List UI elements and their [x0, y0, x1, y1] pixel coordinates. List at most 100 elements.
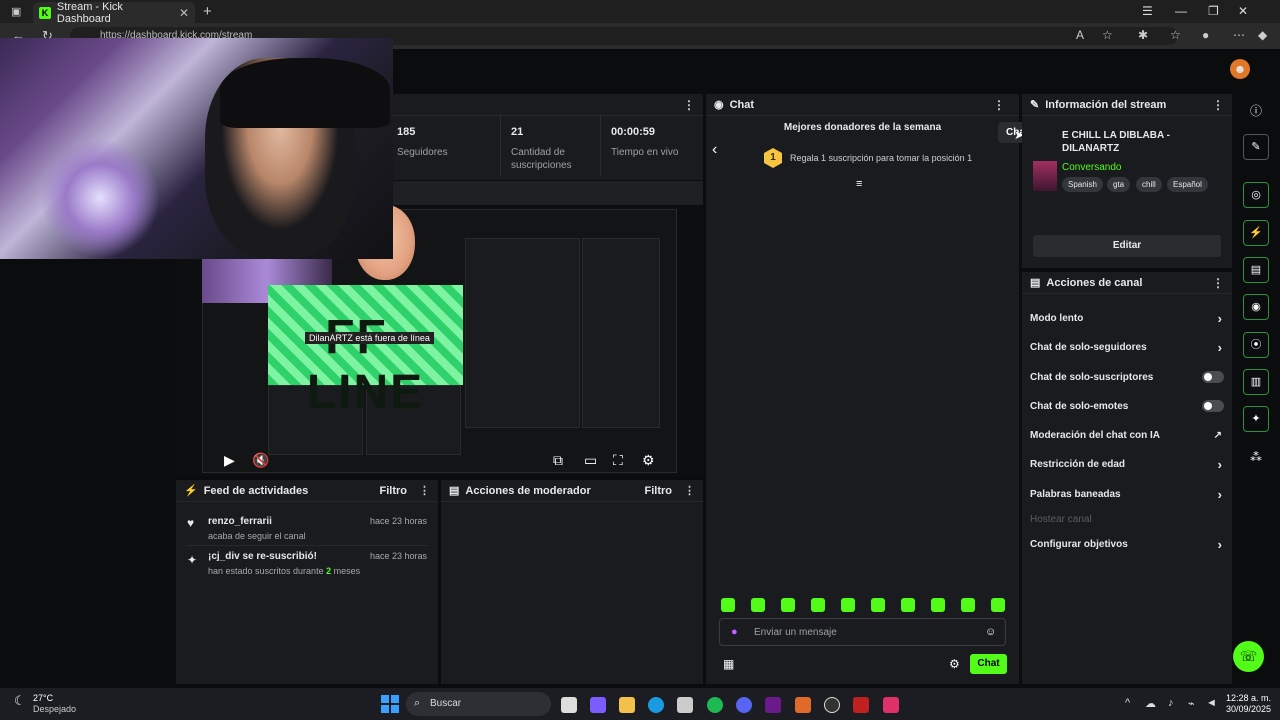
chevron-left-icon[interactable]: ‹: [712, 141, 717, 159]
restore-icon[interactable]: ❐: [1208, 4, 1219, 18]
support-button[interactable]: ☏: [1233, 641, 1264, 672]
emote-icon[interactable]: [781, 598, 795, 612]
subscribers-only-toggle[interactable]: [1202, 371, 1224, 383]
edit-rail-icon[interactable]: ✎: [1243, 134, 1269, 160]
microphone-icon[interactable]: ●: [731, 626, 738, 638]
emote-icon[interactable]: [991, 598, 1005, 612]
chat-settings-icon[interactable]: ⚙: [949, 657, 960, 671]
read-aloud-icon[interactable]: A: [1076, 28, 1084, 42]
taskbar-clock[interactable]: 12:28 a. m. 30/09/2025: [1226, 693, 1271, 715]
camera-rail-icon[interactable]: ◎: [1243, 182, 1269, 208]
bolt-rail-icon[interactable]: ⚡: [1243, 220, 1269, 246]
action-ai-moderation[interactable]: Moderación del chat con IA ↗: [1030, 430, 1226, 441]
action-followers-only[interactable]: Chat de solo-seguidores ›: [1030, 340, 1226, 355]
emote-icon[interactable]: [901, 598, 915, 612]
spotify-icon[interactable]: [707, 697, 723, 713]
action-age-restriction[interactable]: Restricción de edad ›: [1030, 457, 1226, 472]
stream-category[interactable]: Conversando: [1062, 162, 1121, 173]
chat-message-input[interactable]: Enviar un mensaje: [719, 618, 1006, 646]
send-chat-button[interactable]: Chat: [970, 654, 1007, 674]
chat-menu-icon[interactable]: ⋮: [993, 98, 1005, 112]
action-subscribers-only: Chat de solo-suscriptores: [1030, 371, 1226, 383]
browser-tab[interactable]: K Stream - Kick Dashboard ✕: [33, 1, 195, 25]
emote-icon[interactable]: [931, 598, 945, 612]
play-icon[interactable]: ▶: [224, 452, 235, 469]
pip-icon[interactable]: ⧉: [553, 452, 563, 469]
favorite-star-icon[interactable]: ☆: [1102, 28, 1113, 42]
tiktok-icon[interactable]: [883, 697, 899, 713]
theater-icon[interactable]: ▭: [584, 452, 597, 469]
close-window-icon[interactable]: ✕: [1238, 4, 1248, 18]
followers-label: Seguidores: [397, 147, 448, 158]
emote-icon[interactable]: [721, 598, 735, 612]
tab-actions-icon[interactable]: ▣: [11, 5, 21, 18]
user-avatar[interactable]: ☻: [1230, 59, 1250, 79]
settings-gear-icon[interactable]: ⚙: [642, 452, 655, 469]
server-rail-icon[interactable]: ▥: [1243, 369, 1269, 395]
emoji-icon[interactable]: ☺: [985, 626, 996, 638]
action-banned-words[interactable]: Palabras baneadas ›: [1030, 487, 1226, 502]
start-icon[interactable]: [381, 695, 399, 713]
fullscreen-icon[interactable]: ⛶: [613, 452, 623, 469]
tray-volume-icon[interactable]: ◄: [1206, 697, 1217, 709]
edit-button[interactable]: Editar: [1033, 235, 1221, 257]
tray-mic-icon[interactable]: ♪: [1168, 697, 1174, 709]
emote-icon[interactable]: [751, 598, 765, 612]
minimize-icon[interactable]: —: [1175, 4, 1187, 18]
weather-widget[interactable]: 27°C Despejado: [33, 693, 76, 715]
tray-cloud-icon[interactable]: ☁: [1145, 697, 1156, 710]
action-label: Chat de solo-suscriptores: [1030, 372, 1154, 383]
extensions-icon[interactable]: ☰: [1142, 4, 1153, 18]
info-menu-icon[interactable]: ⋮: [1212, 98, 1224, 112]
emotes-only-toggle[interactable]: [1202, 400, 1224, 412]
channel-actions-panel: ▤ Acciones de canal ⋮: [1022, 272, 1232, 684]
profile-icon[interactable]: ●: [1202, 28, 1209, 42]
new-tab-icon[interactable]: +: [203, 3, 212, 20]
apps-icon[interactable]: ⁂: [1250, 450, 1262, 464]
game-app-icon[interactable]: [795, 697, 811, 713]
mod-menu-icon[interactable]: ⋮: [684, 484, 695, 497]
file-explorer-icon[interactable]: [619, 697, 635, 713]
copilot-app-icon[interactable]: [590, 697, 606, 713]
emote-icon[interactable]: [961, 598, 975, 612]
expand-icon[interactable]: ≡: [856, 178, 862, 190]
feed-menu-icon[interactable]: ⋮: [419, 484, 430, 497]
emote-icon[interactable]: [841, 598, 855, 612]
offline-banner-text: FF-LINE: [306, 311, 425, 419]
tray-network-icon[interactable]: ⌁: [1188, 697, 1195, 710]
action-goals[interactable]: Configurar objetivos ›: [1030, 537, 1226, 552]
broadcast-rail-icon[interactable]: ⦿: [1243, 332, 1269, 358]
preview-mini-info: [582, 238, 660, 428]
edge-icon[interactable]: [648, 697, 664, 713]
more-menu-icon[interactable]: ⋯: [1233, 28, 1245, 42]
tray-chevron-icon[interactable]: ^: [1125, 697, 1130, 709]
chat-rail-icon[interactable]: ◉: [1243, 294, 1269, 320]
mute-icon[interactable]: 🔇: [252, 452, 269, 469]
next-app-icon[interactable]: [765, 697, 781, 713]
feed-filter-button[interactable]: Filtro: [380, 485, 408, 497]
extension-puzzle-icon[interactable]: ✱: [1138, 28, 1148, 42]
store-app-icon[interactable]: [677, 697, 693, 713]
clock-time: 12:28 a. m.: [1226, 693, 1272, 703]
emote-icon[interactable]: [871, 598, 885, 612]
taskbar-search[interactable]: Buscar: [406, 692, 551, 716]
stats-menu-icon[interactable]: ⋮: [683, 98, 695, 112]
obs-icon[interactable]: [824, 697, 840, 713]
store-icon[interactable]: ▦: [723, 657, 734, 671]
donors-title: Mejores donadores de la semana: [783, 122, 942, 133]
wrench-rail-icon[interactable]: ✦: [1243, 406, 1269, 432]
actions-menu-icon[interactable]: ⋮: [1212, 276, 1224, 290]
kick-logo-icon: K: [39, 6, 51, 19]
copilot-icon[interactable]: ◆: [1258, 28, 1267, 42]
feed-item-desc: han estado suscritos durante 2 meses: [208, 566, 427, 576]
favorites-icon[interactable]: ☆: [1170, 28, 1181, 42]
task-view-icon[interactable]: [561, 697, 577, 713]
document-rail-icon[interactable]: ▤: [1243, 257, 1269, 283]
info-icon[interactable]: ⓘ: [1250, 102, 1262, 119]
action-slow-mode[interactable]: Modo lento ›: [1030, 311, 1226, 326]
discord-icon[interactable]: [736, 697, 752, 713]
tf-app-icon[interactable]: [853, 697, 869, 713]
mod-filter-button[interactable]: Filtro: [645, 485, 673, 497]
close-tab-icon[interactable]: ✕: [179, 6, 189, 20]
emote-icon[interactable]: [811, 598, 825, 612]
